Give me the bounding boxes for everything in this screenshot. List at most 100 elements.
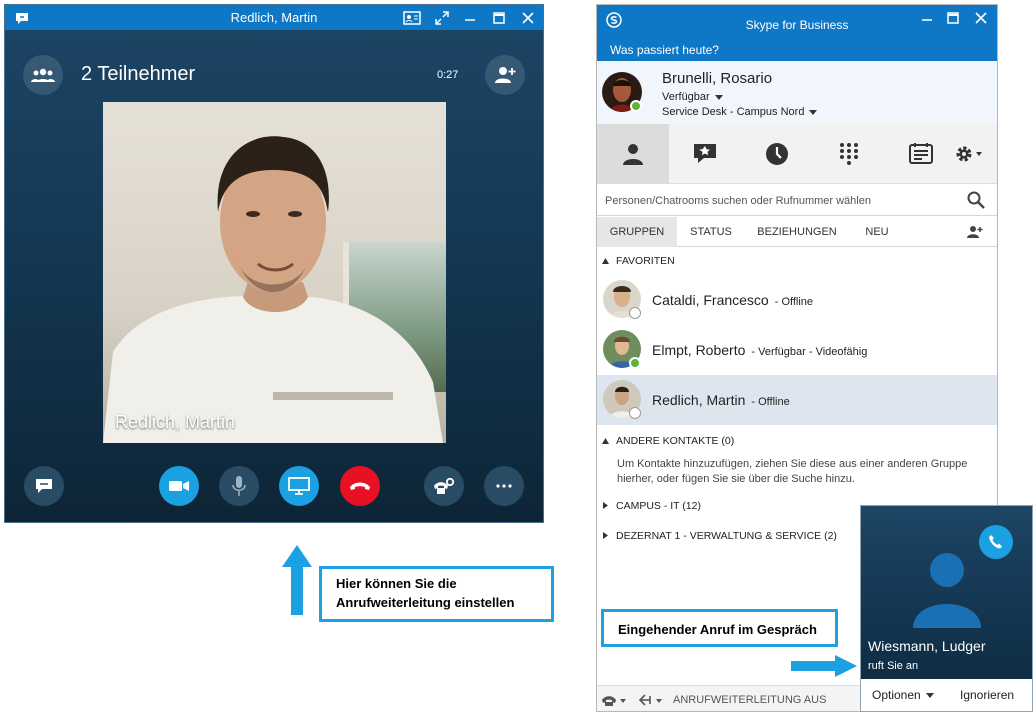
mute-button[interactable] [219,466,259,506]
contact-card-icon[interactable] [399,5,425,30]
my-presence-icon [630,100,642,112]
collapse-triangle-icon [602,438,609,444]
chevron-down-icon [714,94,723,100]
collapse-triangle-icon [602,258,609,264]
right-arrow-icon [791,655,857,677]
video-camera-icon [169,481,189,491]
settings-menu-button[interactable] [939,124,997,184]
forwarding-callout-line2: Anrufweiterleitung einstellen [336,595,515,610]
contact-row[interactable]: Cataldi, Francesco - Offline [597,275,997,325]
video-button[interactable] [159,466,199,506]
maximize-icon[interactable] [940,9,966,27]
accept-call-button[interactable] [979,525,1013,559]
present-screen-button[interactable] [279,466,319,506]
maximize-icon[interactable] [486,5,512,30]
hang-up-phone-icon [350,482,370,490]
ignore-call-button[interactable]: Ignorieren [960,688,1014,702]
ellipsis-icon [496,484,512,488]
contact-filter-tabs: GRUPPEN STATUS BEZIEHUNGEN NEU [597,217,997,247]
my-profile: Brunelli, Rosario Verfügbar Service Desk… [597,61,997,124]
search-input[interactable] [605,192,955,210]
add-person-icon [495,67,516,83]
meetings-icon [909,143,933,164]
my-status: Verfügbar [662,91,710,103]
forwarding-callout-line1: Hier können Sie die [336,576,457,591]
tab-relationships[interactable]: BEZIEHUNGEN [745,217,849,247]
clock-icon [766,143,788,165]
contact-status: - Verfügbar - Videofähig [751,346,868,358]
tab-dialpad[interactable] [813,124,885,184]
call-forwarding-icon[interactable] [637,693,663,707]
video-participant-name: Redlich, Martin [115,412,236,432]
chat-button[interactable] [24,466,64,506]
my-location-dropdown[interactable]: Service Desk - Campus Nord [662,106,818,118]
participants-icon [31,68,55,82]
presence-offline-icon [629,307,641,319]
tab-history[interactable] [741,124,813,184]
tab-contacts[interactable] [597,124,669,184]
tab-groups[interactable]: GRUPPEN [597,217,677,247]
incoming-call-callout: Eingehender Anruf im Gespräch [601,609,838,647]
call-forwarding-status[interactable]: ANRUFWEITERLEITUNG AUS [673,694,826,706]
call-timer: 0:27 [437,69,459,81]
contacts-icon [623,144,643,165]
up-arrow-icon [282,545,312,615]
hang-up-button[interactable] [340,466,380,506]
popout-icon[interactable] [429,5,455,30]
group-other-contacts-header[interactable]: ANDERE KONTAKTE (0) [597,428,997,454]
my-name: Brunelli, Rosario [662,70,773,87]
more-options-button[interactable] [484,466,524,506]
chat-icon [36,479,52,493]
phone-icon [989,535,1002,549]
add-contact-icon[interactable] [967,225,983,239]
main-nav [597,124,997,184]
group-campus-it-label: CAMPUS - IT (12) [616,500,701,512]
contact-name: Redlich, Martin [652,392,746,408]
close-icon[interactable] [515,5,541,30]
monitor-icon [288,477,310,495]
conversations-icon [694,144,716,163]
whats-happening-note[interactable]: Was passiert heute? [610,43,719,57]
phone-settings-icon [434,477,455,494]
presence-available-icon [629,357,641,369]
search-bar [597,185,997,216]
contact-name: Elmpt, Roberto [652,342,746,358]
tab-new[interactable]: NEU [849,217,905,247]
minimize-icon[interactable] [457,5,483,30]
call-options-label: Optionen [872,688,921,702]
calling-text: ruft Sie an [868,660,919,672]
phone-menu-icon[interactable] [601,693,627,707]
empty-group-hint: Um Kontakte hinzuzufügen, ziehen Sie die… [617,458,968,485]
tab-status[interactable]: STATUS [677,217,745,247]
group-favorites-header[interactable]: FAVORITEN [597,248,997,274]
participant-video-image [103,136,443,443]
call-controls-button[interactable] [424,466,464,506]
chevron-down-icon [925,693,934,699]
contact-row[interactable]: Redlich, Martin - Offline [597,375,997,425]
participants-button[interactable] [23,55,63,95]
caller-name: Wiesmann, Ludger [868,638,986,654]
call-options-dropdown[interactable]: Optionen [872,688,934,702]
close-icon[interactable] [968,9,994,27]
minimize-icon[interactable] [914,9,940,27]
skype-header: Skype for Business Was passiert heute? [597,5,997,61]
tab-conversations[interactable] [669,124,741,184]
add-participant-button[interactable] [485,55,525,95]
call-titlebar: Redlich, Martin [5,5,543,30]
forwarding-callout: Hier können Sie die Anrufweiterleitung e… [319,566,554,622]
dialpad-icon [840,143,858,165]
my-status-dropdown[interactable]: Verfügbar [662,91,723,103]
contact-row[interactable]: Elmpt, Roberto - Verfügbar - Videofähig [597,325,997,375]
search-icon[interactable] [967,191,985,209]
group-other-contacts-label: ANDERE KONTAKTE (0) [616,435,735,447]
gear-icon [956,146,982,162]
incoming-call-toast: Wiesmann, Ludger ruft Sie an Optionen Ig… [860,505,1033,712]
contact-status: - Offline [751,396,790,408]
participants-count: 2 Teilnehmer [81,63,196,85]
contact-name: Cataldi, Francesco [652,292,769,308]
microphone-icon [232,476,246,496]
my-location: Service Desk - Campus Nord [662,106,805,118]
expand-triangle-icon [603,532,608,539]
video-feed: Redlich, Martin [103,102,446,443]
contact-status: - Offline [774,296,814,308]
